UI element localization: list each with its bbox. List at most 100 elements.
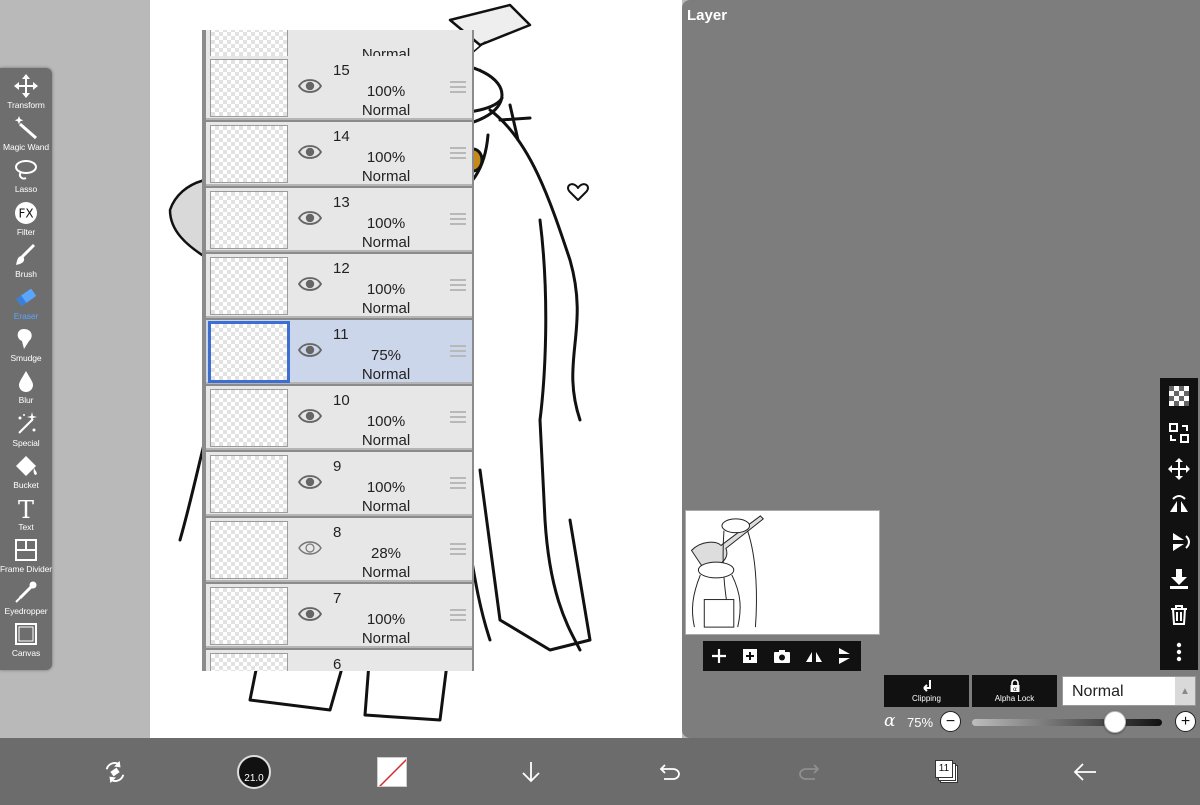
tool-special[interactable]: Special: [0, 411, 52, 454]
layer-number: 15: [333, 62, 350, 79]
blend-mode-select[interactable]: Normal ▲: [1062, 676, 1196, 706]
layer-thumbnail: [210, 59, 288, 117]
layer-opacity: 100%: [366, 611, 406, 628]
duplicate-layer-button[interactable]: [739, 645, 761, 667]
redo-button[interactable]: [795, 738, 823, 805]
canvas-preview[interactable]: [685, 510, 880, 635]
blur-drop-icon: [19, 371, 33, 393]
layer-swap-button[interactable]: [1160, 415, 1198, 452]
tool-frame-divider[interactable]: Frame Divider: [0, 538, 52, 580]
brush-size-button[interactable]: 21.0: [234, 738, 274, 805]
move-down-button[interactable]: [518, 738, 544, 805]
layer-opacity: 100%: [366, 149, 406, 166]
tool-bucket[interactable]: Bucket: [0, 454, 52, 496]
undo-icon: [659, 763, 680, 780]
tool-label: Filter: [16, 226, 36, 237]
layer-row-11[interactable]: 11 75% Normal: [206, 320, 472, 384]
color-button[interactable]: [375, 738, 409, 805]
add-layer-button[interactable]: [708, 645, 730, 667]
tool-label: Lasso: [14, 184, 38, 195]
layer-opacity: 28%: [370, 545, 402, 562]
preview-flip-horizontal-button[interactable]: [803, 645, 825, 667]
visibility-eye-icon[interactable]: [298, 143, 322, 161]
visibility-eye-icon[interactable]: [298, 407, 322, 425]
checkerboard-icon: [1169, 386, 1189, 407]
tool-eraser[interactable]: Eraser: [0, 285, 52, 327]
layer-row-15[interactable]: 15 100% Normal: [206, 56, 472, 120]
tool-transform[interactable]: Transform: [0, 74, 52, 116]
visibility-eye-icon[interactable]: [298, 275, 322, 293]
drag-handle-icon[interactable]: [450, 543, 466, 555]
layer-number: 14: [333, 128, 350, 145]
visibility-eye-icon[interactable]: [298, 605, 322, 623]
drag-handle-icon[interactable]: [450, 147, 466, 159]
transparent-fill-button[interactable]: [1160, 378, 1198, 415]
tool-eyedropper[interactable]: Eyedropper: [0, 580, 52, 622]
alpha-lock-button[interactable]: α Alpha Lock: [972, 675, 1057, 707]
drag-handle-icon[interactable]: [450, 609, 466, 621]
flip-vertical-button[interactable]: [1160, 524, 1198, 561]
tool-brush[interactable]: Brush: [0, 243, 52, 285]
drag-handle-icon[interactable]: [450, 345, 466, 357]
arrow-left-icon: [1073, 762, 1096, 781]
visibility-eye-icon[interactable]: [298, 341, 322, 359]
clipping-label: Clipping: [912, 694, 941, 703]
tool-filter[interactable]: FX Filter: [0, 201, 52, 243]
merge-down-button[interactable]: [1160, 561, 1198, 598]
drag-handle-icon[interactable]: [450, 279, 466, 291]
layer-move-button[interactable]: [1160, 451, 1198, 488]
back-button[interactable]: [1070, 738, 1100, 805]
layer-row-14[interactable]: 14 100% Normal: [206, 122, 472, 186]
tool-text[interactable]: T Text: [0, 496, 52, 538]
layer-row-partial-bottom[interactable]: 6: [206, 650, 472, 671]
layer-row-13[interactable]: 13 100% Normal: [206, 188, 472, 252]
visibility-eye-icon[interactable]: [298, 473, 322, 491]
layer-row-9[interactable]: 9 100% Normal: [206, 452, 472, 516]
layer-row-10[interactable]: 10 100% Normal: [206, 386, 472, 450]
blend-mode-value: Normal: [1072, 683, 1124, 700]
visibility-eye-icon[interactable]: [298, 539, 322, 557]
drag-handle-icon[interactable]: [450, 213, 466, 225]
undo-button[interactable]: [656, 738, 684, 805]
layer-thumbnail: [210, 257, 288, 315]
more-options-button[interactable]: [1160, 634, 1198, 671]
opacity-slider-knob[interactable]: [1103, 711, 1126, 733]
layer-row-12[interactable]: 12 100% Normal: [206, 254, 472, 318]
layer-row-7[interactable]: 7 100% Normal: [206, 584, 472, 648]
layer-thumbnail: [210, 125, 288, 183]
import-photo-button[interactable]: [771, 645, 793, 667]
clipping-button[interactable]: Clipping: [884, 675, 969, 707]
visibility-eye-icon[interactable]: [298, 77, 322, 95]
preview-thumbnail: [690, 515, 765, 628]
svg-text:FX: FX: [18, 206, 33, 220]
layer-count-label: 11: [935, 759, 953, 778]
drag-handle-icon[interactable]: [450, 477, 466, 489]
brush-size-label: 21.0: [244, 772, 264, 784]
preview-flip-vertical-button[interactable]: [834, 645, 856, 667]
smudge-icon: [17, 329, 32, 350]
tool-lasso[interactable]: Lasso: [0, 158, 52, 200]
layer-row-8[interactable]: 8 28% Normal: [206, 518, 472, 582]
camera-icon: [773, 650, 790, 663]
frame-divider-icon: [15, 539, 37, 562]
tool-canvas[interactable]: Canvas: [0, 622, 52, 664]
quick-tool-button[interactable]: [98, 738, 132, 805]
layer-list[interactable]: Normal 15 100% Normal 14 100% Normal 13 100% Nor…: [202, 30, 474, 671]
drag-handle-icon[interactable]: [450, 411, 466, 423]
layer-number: 13: [333, 194, 350, 211]
visibility-eye-icon[interactable]: [298, 209, 322, 227]
drag-handle-icon[interactable]: [450, 81, 466, 93]
layer-blend-mode: Normal: [361, 366, 411, 383]
opacity-slider[interactable]: [972, 711, 1162, 733]
opacity-decrease-button[interactable]: −: [940, 711, 961, 732]
layers-button[interactable]: 11: [933, 738, 961, 805]
opacity-increase-button[interactable]: +: [1175, 711, 1196, 732]
tool-magic-wand[interactable]: Magic Wand: [0, 116, 52, 158]
tool-smudge[interactable]: Smudge: [0, 327, 52, 369]
flip-horizontal-button[interactable]: [1160, 488, 1198, 525]
tool-label: Brush: [15, 268, 37, 279]
delete-layer-button[interactable]: [1160, 597, 1198, 634]
clipping-arrow-icon: [922, 680, 931, 692]
tool-blur[interactable]: Blur: [0, 369, 52, 411]
brush-size-icon: 21.0: [237, 754, 271, 789]
